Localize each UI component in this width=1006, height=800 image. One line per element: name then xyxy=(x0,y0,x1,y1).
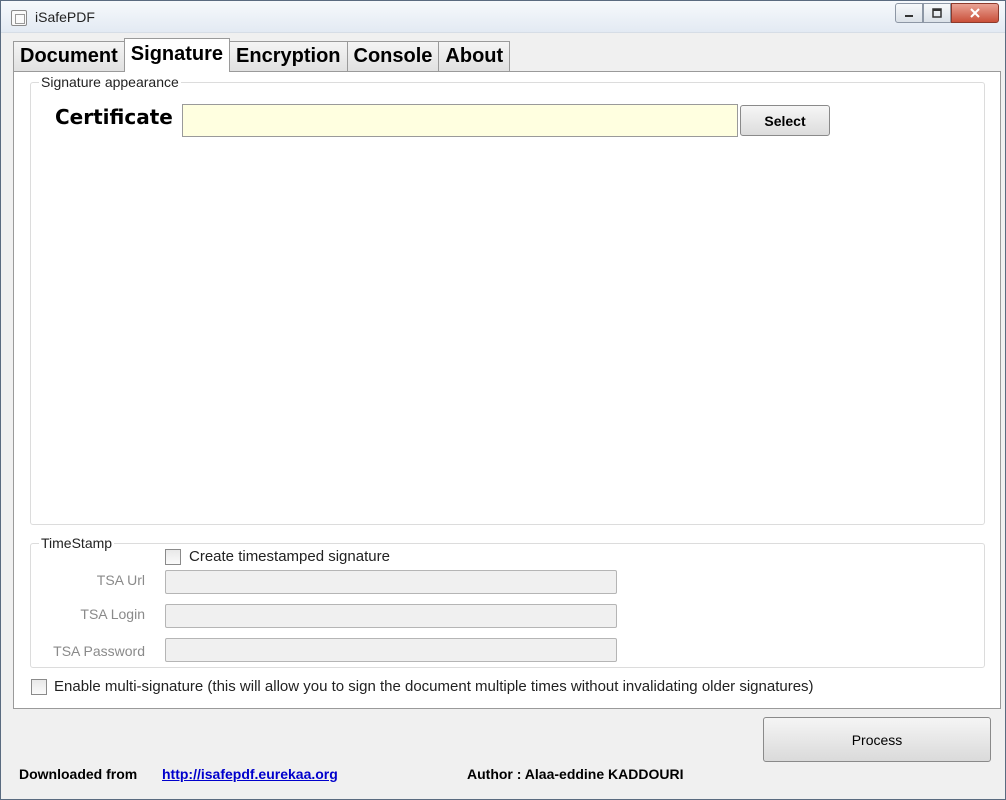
certificate-label: Certificate xyxy=(55,105,173,129)
multi-signature-label: Enable multi-signature (this will allow … xyxy=(54,678,814,695)
author-label: Author : Alaa-eddine KADDOURI xyxy=(467,766,684,782)
close-icon xyxy=(970,8,980,18)
close-button[interactable] xyxy=(951,3,999,23)
timestamp-legend: TimeStamp xyxy=(39,535,115,551)
minimize-button[interactable] xyxy=(895,3,923,23)
process-button[interactable]: Process xyxy=(763,717,991,762)
signature-tab-panel: Signature appearance Certificate Select … xyxy=(13,71,1001,709)
tsa-login-label: TSA Login xyxy=(80,606,145,622)
title-bar[interactable]: iSafePDF xyxy=(1,1,1005,33)
tab-console[interactable]: Console xyxy=(346,41,440,71)
tab-about[interactable]: About xyxy=(438,41,511,71)
tsa-url-label: TSA Url xyxy=(96,572,145,588)
timestamp-group: TimeStamp Create timestamped signature T… xyxy=(30,535,985,668)
window-title: iSafePDF xyxy=(35,9,95,25)
downloaded-from-label: Downloaded from xyxy=(19,766,138,782)
tsa-url-field[interactable] xyxy=(165,570,617,594)
minimize-icon xyxy=(905,15,913,17)
multi-signature-checkbox[interactable] xyxy=(31,679,47,695)
tab-encryption[interactable]: Encryption xyxy=(229,41,348,71)
signature-appearance-legend: Signature appearance xyxy=(39,74,181,90)
certificate-field[interactable] xyxy=(182,104,738,137)
tsa-password-label: TSA Password xyxy=(53,643,145,659)
create-timestamp-checkbox[interactable] xyxy=(165,549,181,565)
signature-appearance-group: Signature appearance Certificate Select xyxy=(30,74,985,525)
maximize-icon xyxy=(932,8,942,18)
tsa-login-field[interactable] xyxy=(165,604,617,628)
website-link[interactable]: http://isafepdf.eurekaa.org xyxy=(162,766,338,782)
app-window: iSafePDF Document Signature Encryption C… xyxy=(0,0,1006,800)
window-controls xyxy=(895,3,999,23)
tab-strip: Document Signature Encryption Console Ab… xyxy=(13,38,511,72)
tab-signature[interactable]: Signature xyxy=(123,38,231,72)
tab-document[interactable]: Document xyxy=(13,41,125,71)
tsa-password-field[interactable] xyxy=(165,638,617,662)
select-certificate-button[interactable]: Select xyxy=(740,105,830,136)
app-icon xyxy=(11,10,27,26)
maximize-button[interactable] xyxy=(923,3,951,23)
create-timestamp-label: Create timestamped signature xyxy=(189,548,390,565)
